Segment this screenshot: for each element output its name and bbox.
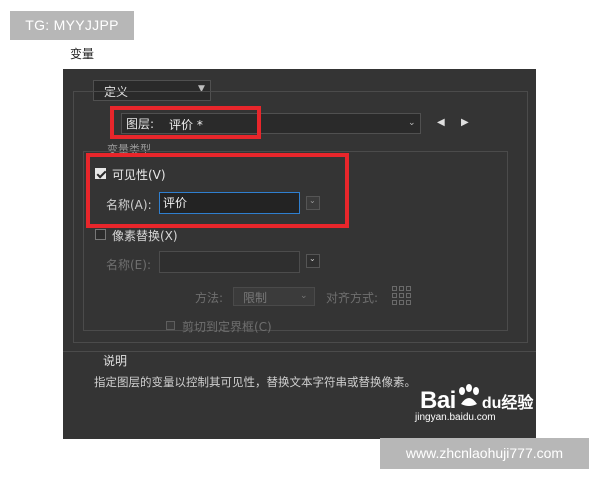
pixel-name-label: 名称(E):: [106, 258, 151, 272]
align-grid-icon[interactable]: [392, 286, 411, 305]
baidu-url: jingyan.baidu.com: [415, 412, 496, 423]
highlight-layer: [110, 106, 261, 139]
pixel-name-input[interactable]: [159, 251, 300, 273]
chevron-down-icon: ⌄: [408, 118, 416, 128]
baidu-text: Bai: [420, 387, 456, 414]
description-header: 说明: [103, 354, 128, 368]
clip-label: 剪切到定界框(C): [182, 320, 272, 334]
method-select[interactable]: 限制 ⌄: [233, 287, 315, 306]
pixel-replace-checkbox[interactable]: [95, 229, 106, 240]
pixel-name-dropdown[interactable]: ⌄: [306, 254, 320, 268]
clip-checkbox[interactable]: [166, 321, 175, 330]
chevron-down-icon: ⌄: [309, 254, 316, 263]
method-select-value: 限制: [243, 291, 268, 305]
baidu-du-text: du: [481, 395, 502, 412]
arrow-left-icon[interactable]: ◀: [437, 117, 445, 128]
description-text: 指定图层的变量以控制其可见性，替换文本字符串或替换像素。: [94, 375, 416, 389]
baidu-jingyan-text: 经验: [501, 395, 534, 412]
baidu-paw-icon: [456, 384, 482, 408]
arrow-right-icon[interactable]: ▶: [461, 117, 469, 128]
align-label: 对齐方式:: [326, 291, 379, 305]
method-label: 方法:: [195, 291, 224, 305]
pixel-replace-label: 像素替换(X): [112, 229, 178, 243]
highlight-visibility: [86, 153, 349, 228]
watermark-tag: TG: MYYJJPP: [10, 11, 134, 40]
watermark-site: www.zhcnlaohuji777.com: [380, 438, 589, 469]
page-title: 变量: [70, 47, 95, 61]
chevron-down-icon: ⌄: [300, 291, 308, 301]
baidu-logo: Bai du经验: [420, 384, 533, 415]
